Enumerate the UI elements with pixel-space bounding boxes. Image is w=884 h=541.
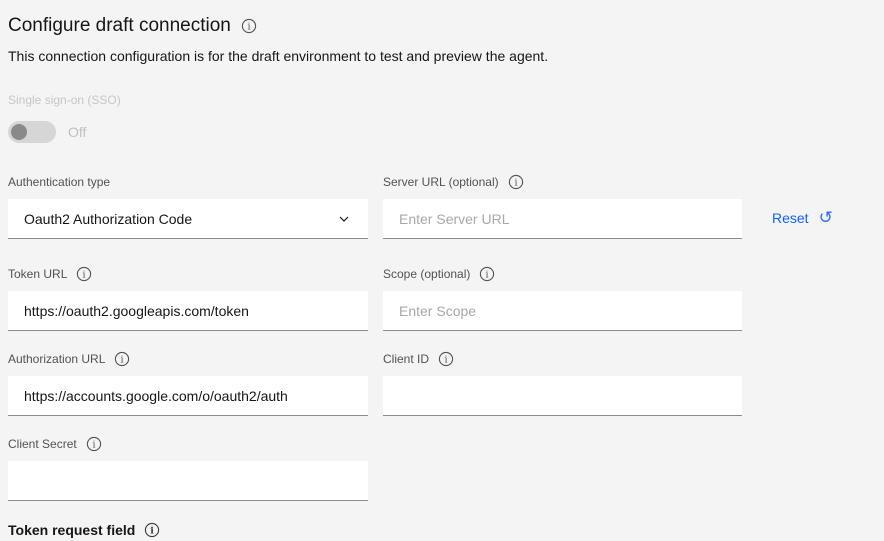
page-subtitle: This connection configuration is for the… bbox=[8, 48, 549, 64]
server-url-input[interactable] bbox=[383, 199, 742, 239]
client-secret-label: Client Secret bbox=[8, 436, 368, 452]
form-row-2: Token URL Scope (optional) bbox=[8, 266, 884, 331]
authorization-url-input[interactable] bbox=[8, 376, 368, 416]
sso-toggle-state-label: Off bbox=[68, 124, 87, 140]
reset-label: Reset bbox=[772, 210, 809, 226]
client-secret-label-text: Client Secret bbox=[8, 437, 77, 451]
reset-restart-icon: ↺ bbox=[818, 208, 833, 227]
page-title-info-icon[interactable] bbox=[241, 18, 257, 34]
server-url-info-icon[interactable] bbox=[508, 174, 524, 190]
sso-toggle-knob bbox=[11, 124, 27, 140]
scope-input[interactable] bbox=[383, 291, 742, 331]
token-request-field-heading: Token request field bbox=[8, 522, 884, 538]
sso-toggle-row: Off bbox=[8, 121, 884, 143]
chevron-down-icon bbox=[336, 211, 352, 227]
page-header: Configure draft connection bbox=[8, 14, 884, 38]
sso-label: Single sign-on (SSO) bbox=[8, 93, 121, 107]
token-request-field-info-icon[interactable] bbox=[144, 522, 160, 538]
reset-button[interactable]: Reset ↺ bbox=[772, 208, 833, 227]
authorization-url-info-icon[interactable] bbox=[114, 351, 130, 367]
connection-form: Authentication type Oauth2 Authorization… bbox=[8, 174, 884, 501]
auth-type-label-text: Authentication type bbox=[8, 175, 111, 189]
configure-draft-connection-panel: Configure draft connection This connecti… bbox=[0, 0, 884, 538]
server-url-label: Server URL (optional) bbox=[383, 174, 742, 190]
token-request-field-heading-text: Token request field bbox=[8, 522, 136, 538]
form-row-4: Client Secret bbox=[8, 436, 884, 501]
sso-toggle[interactable] bbox=[8, 121, 56, 143]
token-url-label-text: Token URL bbox=[8, 267, 68, 281]
client-id-input[interactable] bbox=[383, 376, 742, 416]
scope-label-text: Scope (optional) bbox=[383, 267, 471, 281]
auth-type-dropdown[interactable]: Oauth2 Authorization Code bbox=[8, 199, 368, 239]
authorization-url-label: Authorization URL bbox=[8, 351, 368, 367]
scope-label: Scope (optional) bbox=[383, 266, 742, 282]
token-url-label: Token URL bbox=[8, 266, 368, 282]
authorization-url-field: Authorization URL bbox=[8, 351, 368, 416]
authorization-url-label-text: Authorization URL bbox=[8, 352, 106, 366]
server-url-label-text: Server URL (optional) bbox=[383, 175, 499, 189]
auth-type-dropdown-value: Oauth2 Authorization Code bbox=[24, 210, 193, 227]
client-id-field: Client ID bbox=[383, 351, 742, 416]
scope-field: Scope (optional) bbox=[383, 266, 742, 331]
client-id-info-icon[interactable] bbox=[438, 351, 454, 367]
form-row-3: Authorization URL Client ID bbox=[8, 351, 884, 416]
token-url-field: Token URL bbox=[8, 266, 368, 331]
form-row-1: Authentication type Oauth2 Authorization… bbox=[8, 174, 884, 239]
token-url-info-icon[interactable] bbox=[76, 266, 92, 282]
token-url-input[interactable] bbox=[8, 291, 368, 331]
server-url-field: Server URL (optional) bbox=[383, 174, 742, 239]
page-title: Configure draft connection bbox=[8, 15, 231, 36]
reset-cell: Reset ↺ bbox=[757, 174, 884, 239]
client-secret-field: Client Secret bbox=[8, 436, 368, 501]
client-id-label-text: Client ID bbox=[383, 352, 430, 366]
scope-info-icon[interactable] bbox=[479, 266, 495, 282]
client-id-label: Client ID bbox=[383, 351, 742, 367]
auth-type-label: Authentication type bbox=[8, 174, 368, 190]
auth-type-field: Authentication type Oauth2 Authorization… bbox=[8, 174, 368, 239]
client-secret-info-icon[interactable] bbox=[86, 436, 102, 452]
client-secret-input[interactable] bbox=[8, 461, 368, 501]
